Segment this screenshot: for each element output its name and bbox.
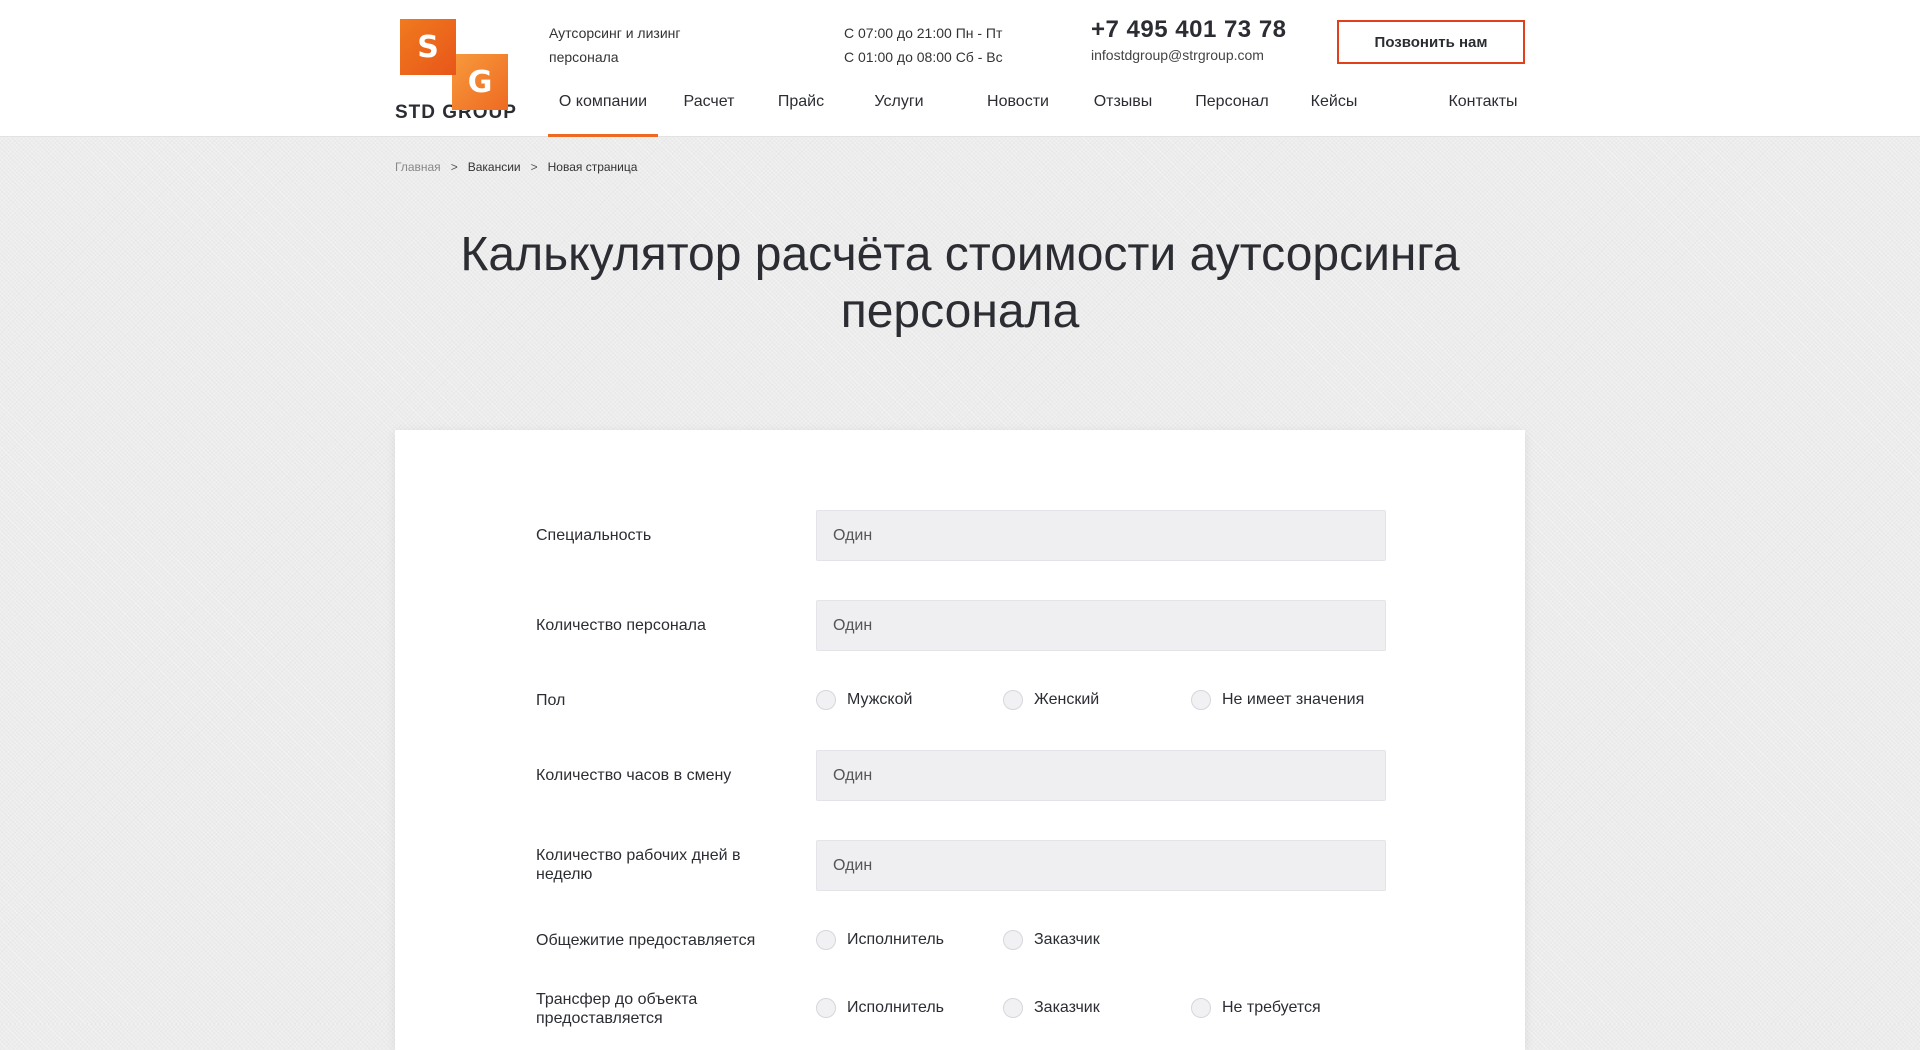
radio-label: Исполнитель	[847, 999, 945, 1016]
specialty-input[interactable]	[816, 510, 1386, 561]
radio-circle-icon[interactable]	[1003, 690, 1023, 710]
radio-circle-icon[interactable]	[1003, 930, 1023, 950]
header-tagline: Аутсорсинг и лизинг персонала	[549, 25, 681, 65]
nav-item-reviews[interactable]: Отзывы	[1078, 80, 1168, 137]
transfer-option-not-required[interactable]: Не требуется	[1191, 998, 1321, 1018]
transfer-option-customer[interactable]: Заказчик	[1003, 998, 1100, 1018]
nav-item-price[interactable]: Прайс	[760, 80, 842, 137]
call-us-button[interactable]: Позвонить нам	[1337, 20, 1525, 64]
radio-circle-icon[interactable]	[1191, 998, 1211, 1018]
breadcrumb-home[interactable]: Главная	[395, 160, 441, 174]
working-hours: С 07:00 до 21:00 Пн - Пт С 01:00 до 08:0…	[844, 21, 1003, 69]
staff-count-label: Количество персонала	[536, 617, 706, 634]
calculator-form: Специальность Количество персонала Пол М…	[395, 430, 1525, 1050]
radio-circle-icon[interactable]	[816, 998, 836, 1018]
nav-item-calculation[interactable]: Расчет	[668, 80, 750, 137]
radio-circle-icon[interactable]	[816, 690, 836, 710]
dormitory-label: Общежитие предоставляется	[536, 932, 756, 949]
radio-circle-icon[interactable]	[816, 930, 836, 950]
main-nav: О компании Расчет Прайс Услуги Новости О…	[548, 80, 1538, 137]
radio-label: Заказчик	[1034, 931, 1100, 948]
radio-label: Заказчик	[1034, 999, 1100, 1016]
transfer-option-contractor[interactable]: Исполнитель	[816, 998, 944, 1018]
gender-option-any[interactable]: Не имеет значения	[1191, 690, 1364, 710]
radio-label: Не требуется	[1222, 999, 1321, 1016]
nav-item-cases[interactable]: Кейсы	[1294, 80, 1374, 137]
radio-label: Исполнитель	[847, 931, 945, 948]
logo-square-g: G	[452, 54, 508, 110]
header-phone[interactable]: +7 495 401 73 78	[1091, 16, 1287, 44]
nav-item-contacts[interactable]: Контакты	[1428, 80, 1538, 137]
gender-option-female[interactable]: Женский	[1003, 690, 1099, 710]
hours-per-shift-row: Количество часов в смену	[536, 750, 1386, 801]
dormitory-option-customer[interactable]: Заказчик	[1003, 930, 1100, 950]
breadcrumb-separator: >	[450, 160, 458, 174]
work-days-input[interactable]	[816, 840, 1386, 891]
specialty-row: Специальность	[536, 510, 1386, 561]
radio-label: Женский	[1034, 691, 1100, 708]
breadcrumb: Главная > Вакансии > Новая страница	[395, 160, 637, 174]
header-email[interactable]: infostdgroup@strgroup.com	[1091, 47, 1264, 63]
radio-label: Не имеет значения	[1222, 691, 1365, 708]
gender-label: Пол	[536, 692, 566, 709]
staff-count-row: Количество персонала	[536, 600, 1386, 651]
breadcrumb-vacancies[interactable]: Вакансии	[468, 160, 521, 174]
dormitory-row: Общежитие предоставляется Исполнитель За…	[536, 930, 1386, 952]
breadcrumb-current: Новая страница	[547, 160, 638, 174]
site-logo[interactable]: S G STD GROUP	[395, 19, 520, 123]
hours-weekdays: С 07:00 до 21:00 Пн - Пт	[844, 25, 1003, 41]
gender-option-male[interactable]: Мужской	[816, 690, 912, 710]
hours-weekend: С 01:00 до 08:00 Сб - Вс	[844, 49, 1003, 65]
page-title: Калькулятор расчёта стоимости аутсорсинг…	[460, 228, 1460, 338]
radio-circle-icon[interactable]	[1003, 998, 1023, 1018]
hours-per-shift-input[interactable]	[816, 750, 1386, 801]
breadcrumb-separator: >	[530, 160, 538, 174]
radio-circle-icon[interactable]	[1191, 690, 1211, 710]
site-header: S G STD GROUP Аутсорсинг и лизинг персон…	[0, 0, 1920, 137]
nav-item-news[interactable]: Новости	[968, 80, 1068, 137]
nav-item-services[interactable]: Услуги	[858, 80, 940, 137]
radio-label: Мужской	[847, 691, 913, 708]
staff-count-input[interactable]	[816, 600, 1386, 651]
logo-square-s: S	[400, 19, 456, 75]
hours-per-shift-label: Количество часов в смену	[536, 767, 732, 784]
specialty-label: Специальность	[536, 527, 652, 544]
transfer-label: Трансфер до объекта предоставляется	[536, 991, 698, 1027]
work-days-row: Количество рабочих дней в неделю	[536, 840, 1386, 891]
nav-item-about[interactable]: О компании	[548, 80, 658, 137]
gender-row: Пол Мужской Женский Не имеет значения	[536, 690, 1386, 712]
transfer-row: Трансфер до объекта предоставляется Испо…	[536, 990, 1386, 1030]
nav-item-staff[interactable]: Персонал	[1182, 80, 1282, 137]
work-days-label: Количество рабочих дней в неделю	[536, 847, 741, 883]
dormitory-option-contractor[interactable]: Исполнитель	[816, 930, 944, 950]
